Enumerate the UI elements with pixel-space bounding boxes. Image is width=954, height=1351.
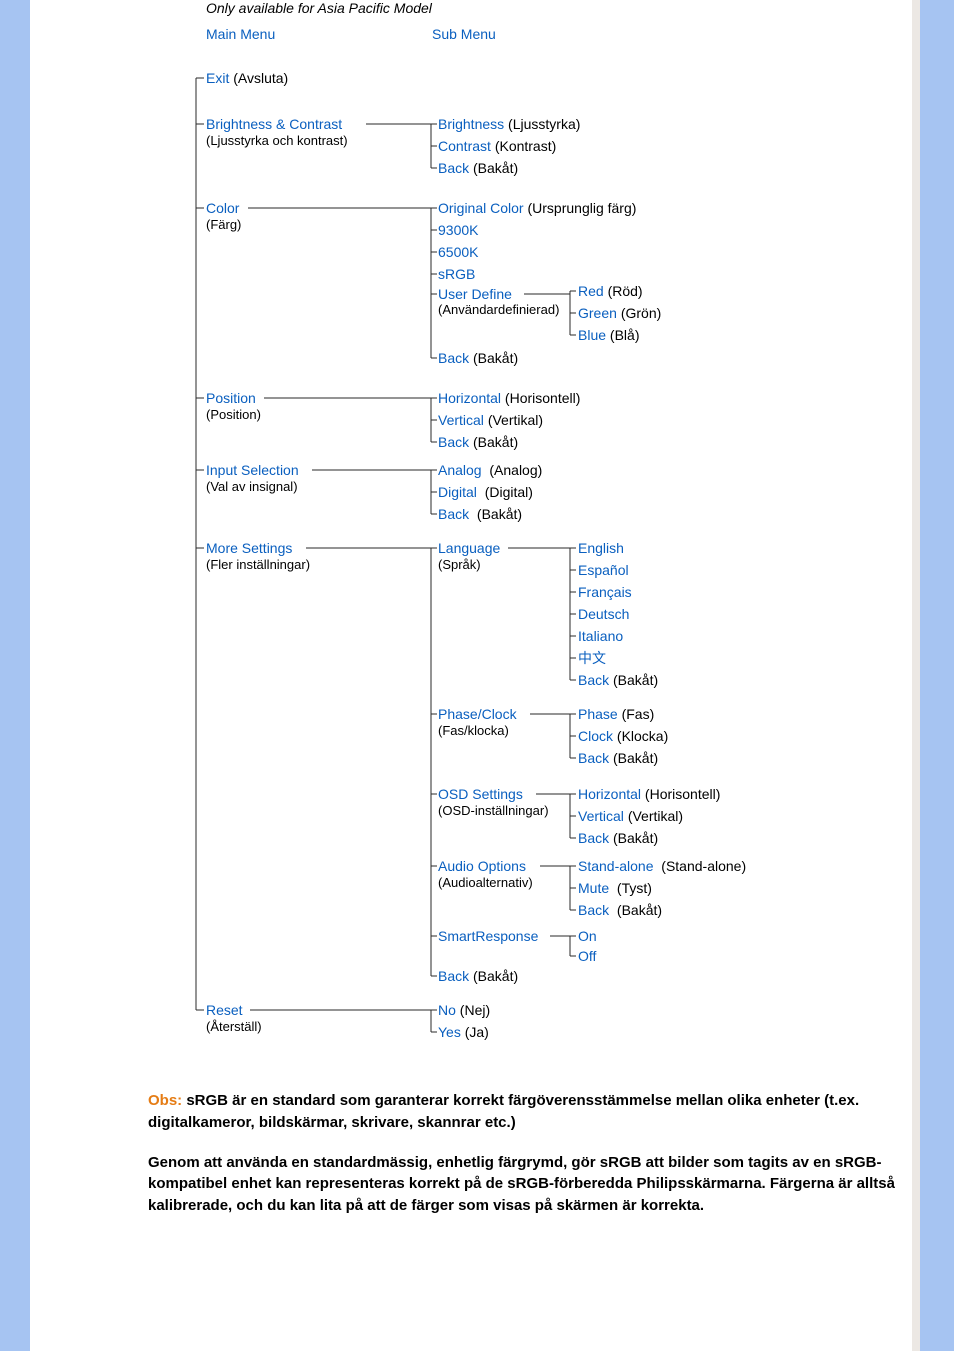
note-obs: Obs: sRGB är en standard som garanterar … xyxy=(148,1090,900,1134)
note-paragraph-2: Genom att använda en standardmässig, enh… xyxy=(148,1152,900,1217)
document-page: Only available for Asia Pacific Model Ma… xyxy=(30,0,920,1351)
note-block: Obs: sRGB är en standard som garanterar … xyxy=(148,1060,900,1217)
tree-lines xyxy=(148,0,868,1060)
content-area: Only available for Asia Pacific Model Ma… xyxy=(30,0,920,1217)
osd-menu-tree: Only available for Asia Pacific Model Ma… xyxy=(148,0,868,1060)
